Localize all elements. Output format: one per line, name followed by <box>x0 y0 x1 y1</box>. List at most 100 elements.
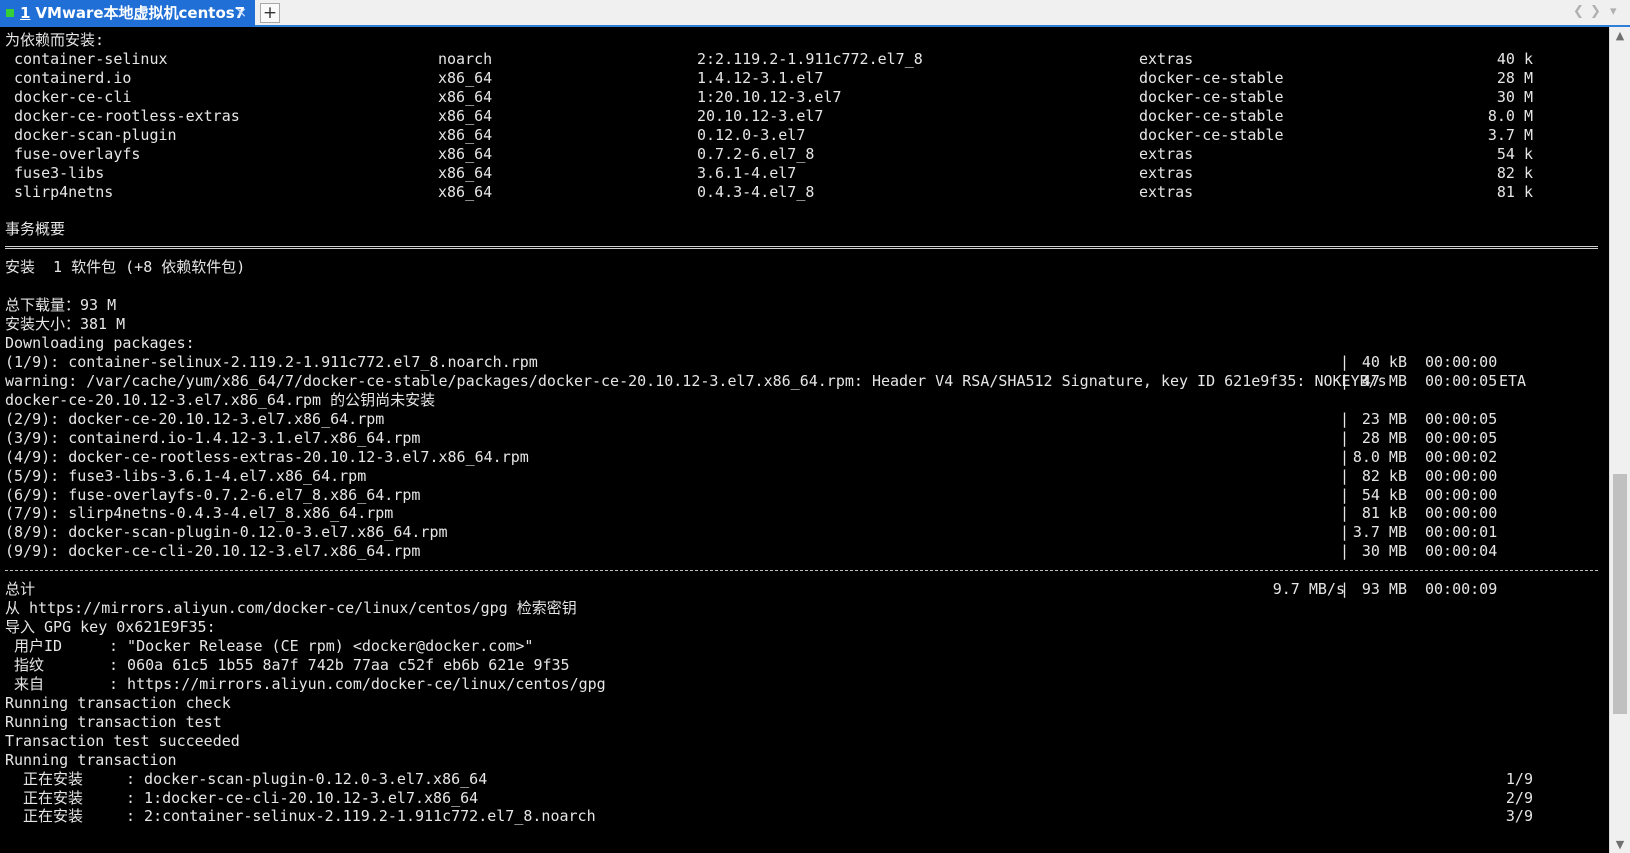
download-size: 82 kB <box>1361 466 1407 485</box>
download-row: docker-ce-20.10.12-3.el7.x86_64.rpm 的公钥尚… <box>5 391 1605 410</box>
package-version: 1:20.10.12-3.el7 <box>697 87 842 106</box>
download-file: warning: /var/cache/yum/x86_64/7/docker-… <box>5 371 1387 390</box>
separator-double <box>5 239 1605 258</box>
installing-list: 正在安装 : docker-scan-plugin-0.12.0-3.el7.x8… <box>5 770 1605 827</box>
transaction-line: Running transaction test <box>5 712 222 731</box>
package-row: fuse-overlayfs x86_64 0.7.2-6.el7_8 extras 5… <box>5 145 1605 164</box>
download-file: (6/9): fuse-overlayfs-0.7.2-6.el7_8.x86_… <box>5 485 421 504</box>
gpg-import: 导入 GPG key 0x621E9F35: <box>5 618 216 637</box>
terminal-output[interactable]: 为依赖而安装: container-selinux noarch 2:2.119.2… <box>5 31 1605 853</box>
package-row: docker-ce-cli x86_64 1:20.10.12-3.el7 docke… <box>5 88 1605 107</box>
scroll-down-icon[interactable]: ▼ <box>1610 838 1630 851</box>
from-value: : https://mirrors.aliyun.com/docker-ce/l… <box>109 674 606 693</box>
total-row: 总计 9.7 MB/s | 93 MB 00:00:09 <box>5 580 1498 599</box>
total-time: 00:00:09 <box>1425 580 1498 599</box>
package-row: fuse3-libs x86_64 3.6.1-4.el7 extras 82 k <box>5 164 1605 183</box>
gpg-fingerprint: 指纹 : 060a 61c5 1b55 8a7f 742b 77aa c52f … <box>5 656 1605 675</box>
package-size: 30 M <box>1496 87 1533 106</box>
download-row: warning: /var/cache/yum/x86_64/7/docker-… <box>5 371 1527 390</box>
installing-row: 正在安装: 1:docker-ce-cli-20.10.12-3.el7.x86… <box>5 789 1605 808</box>
package-arch: x86_64 <box>438 87 493 106</box>
download-row: (1/9): container-selinux-2.119.2-1.911c7… <box>5 352 1498 371</box>
scrollbar-thumb[interactable] <box>1613 474 1627 714</box>
download-row: (2/9): docker-ce-20.10.12-3.el7.x86_64.r… <box>5 409 1498 428</box>
package-arch: x86_64 <box>438 144 493 163</box>
tab-number: 1 <box>20 4 31 22</box>
install-summary: 安装 1 软件包 (+8 依赖软件包) <box>5 258 246 277</box>
package-repo: extras <box>1139 163 1194 182</box>
package-name: fuse-overlayfs <box>14 144 141 163</box>
download-size: 30 MB <box>1361 542 1407 561</box>
package-version: 1.4.12-3.1.el7 <box>697 68 824 87</box>
package-repo: docker-ce-stable <box>1139 125 1284 144</box>
download-size: 54 kB <box>1361 485 1407 504</box>
download-file: (3/9): containerd.io-1.4.12-3.1.el7.x86_… <box>5 428 421 447</box>
package-table: container-selinux noarch 2:2.119.2-1.911c7… <box>5 50 1605 202</box>
package-name: docker-scan-plugin <box>14 125 177 144</box>
package-version: 0.12.0-3.el7 <box>697 125 806 144</box>
package-version: 0.4.3-4.el7_8 <box>697 182 815 201</box>
connection-status-icon <box>6 9 14 17</box>
package-arch: x86_64 <box>438 163 493 182</box>
download-time: 00:00:00 <box>1425 485 1498 504</box>
package-name: slirp4netns <box>14 182 114 201</box>
package-repo: docker-ce-stable <box>1139 87 1284 106</box>
download-size: 40 kB <box>1361 352 1407 371</box>
package-row: docker-ce-rootless-extras x86_64 20.10.12-… <box>5 107 1605 126</box>
tab-bar: 1 VMware本地虚拟机centos7 × + ❮ ❯ ▾ <box>0 0 1630 27</box>
package-version: 20.10.12-3.el7 <box>697 106 824 125</box>
download-row: (3/9): containerd.io-1.4.12-3.1.el7.x86_… <box>5 428 1498 447</box>
download-row: (9/9): docker-ce-cli-20.10.12-3.el7.x86_… <box>5 542 1498 561</box>
installing-progress: 3/9 <box>1505 807 1533 826</box>
tab-title: VMware本地虚拟机centos7 <box>35 4 246 22</box>
userid-value: : "Docker Release (CE rpm) <docker@docke… <box>109 637 534 655</box>
download-file: (9/9): docker-ce-cli-20.10.12-3.el7.x86_… <box>5 542 421 561</box>
download-file: (4/9): docker-ce-rootless-extras-20.10.1… <box>5 447 529 466</box>
package-name: docker-ce-cli <box>14 87 132 106</box>
downloading-label: Downloading packages: <box>5 334 195 352</box>
gpg-userid: 用户ID : "Docker Release (CE rpm) <docker@… <box>5 637 1605 656</box>
download-list: (1/9): container-selinux-2.119.2-1.911c7… <box>5 353 1605 561</box>
session-tab[interactable]: 1 VMware本地虚拟机centos7 × <box>0 0 255 27</box>
package-name: containerd.io <box>14 68 132 87</box>
package-size: 81 k <box>1496 182 1533 201</box>
download-time: 00:00:05 <box>1425 409 1498 428</box>
package-version: 2:2.119.2-1.911c772.el7_8 <box>697 49 923 68</box>
tab-next-icon[interactable]: ❯ <box>1590 4 1601 19</box>
total-speed: 9.7 MB/s <box>1272 580 1345 599</box>
installing-label: 正在安装 <box>23 788 84 807</box>
download-time: 00:00:05 <box>1425 428 1498 447</box>
new-tab-button[interactable]: + <box>260 3 280 23</box>
download-row: (5/9): fuse3-libs-3.6.1-4.el7.x86_64.rpm… <box>5 466 1498 485</box>
download-time: 00:00:00 <box>1425 504 1498 523</box>
download-file: (8/9): docker-scan-plugin-0.12.0-3.el7.x… <box>5 523 448 542</box>
installing-package: : docker-scan-plugin-0.12.0-3.el7.x86_64 <box>126 769 488 788</box>
package-repo: docker-ce-stable <box>1139 68 1284 87</box>
installing-row: 正在安装: 2:container-selinux-2.119.2-1.911c… <box>5 807 1605 826</box>
installing-row: 正在安装 : docker-scan-plugin-0.12.0-3.el7.x8… <box>5 770 1605 789</box>
scroll-up-icon[interactable]: ▲ <box>1610 29 1630 42</box>
download-row: (8/9): docker-scan-plugin-0.12.0-3.el7.x… <box>5 523 1498 542</box>
summary-header: 事务概要 <box>5 220 66 239</box>
download-file: (1/9): container-selinux-2.119.2-1.911c7… <box>5 352 538 371</box>
download-file: (7/9): slirp4netns-0.4.3-4.el7_8.x86_64.… <box>5 504 394 523</box>
package-arch: x86_64 <box>438 125 493 144</box>
download-time: 00:00:01 <box>1425 523 1498 542</box>
vertical-scrollbar[interactable]: ▲ ▼ <box>1609 27 1630 853</box>
download-size: 3.7 MB <box>1352 523 1407 542</box>
download-row: (6/9): fuse-overlayfs-0.7.2-6.el7_8.x86_… <box>5 485 1498 504</box>
package-size: 82 k <box>1496 163 1533 182</box>
package-arch: x86_64 <box>438 182 493 201</box>
download-time: 00:00:05 <box>1425 371 1498 390</box>
installing-label: 正在安装 <box>23 769 84 788</box>
transaction-line: Running transaction <box>5 750 177 769</box>
package-arch: x86_64 <box>438 106 493 125</box>
close-tab-icon[interactable]: × <box>235 0 247 27</box>
package-arch: noarch <box>438 49 493 68</box>
from-label: 来自 <box>14 674 45 693</box>
tab-menu-icon[interactable]: ▾ <box>1610 4 1617 19</box>
download-eta: ETA <box>1499 371 1527 390</box>
download-file: (5/9): fuse3-libs-3.6.1-4.el7.x86_64.rpm <box>5 466 367 485</box>
package-repo: extras <box>1139 182 1194 201</box>
tab-prev-icon[interactable]: ❮ <box>1573 4 1584 19</box>
